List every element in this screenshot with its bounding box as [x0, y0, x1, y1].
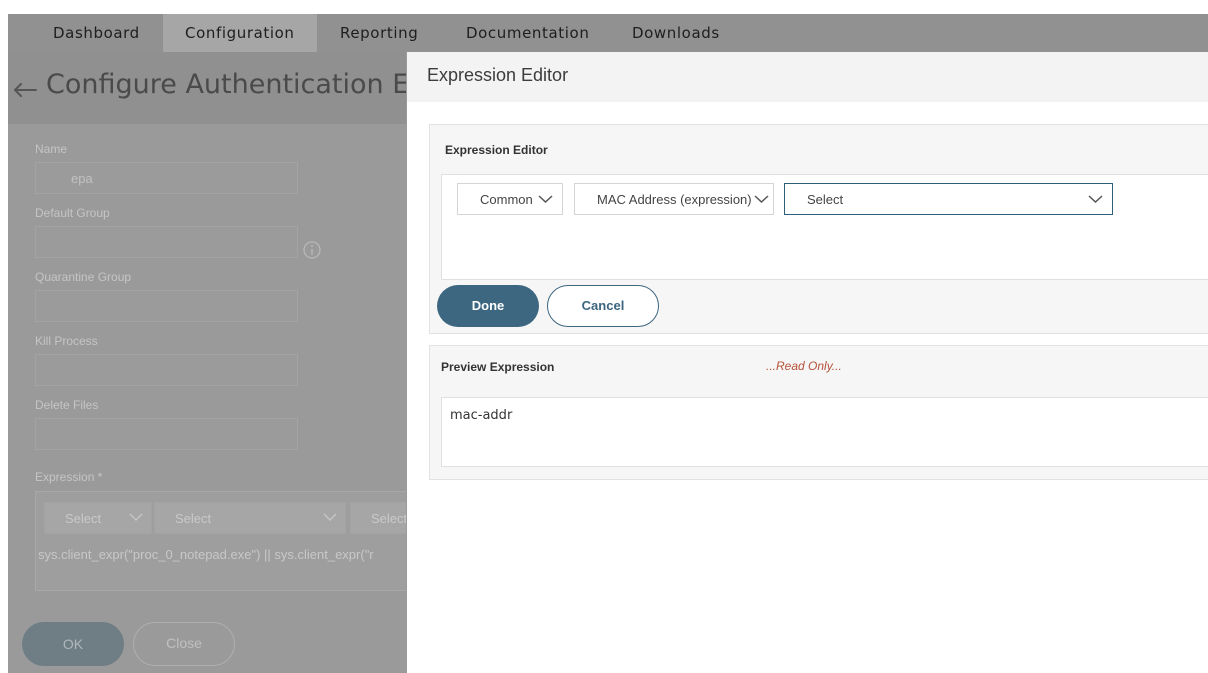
- category-select[interactable]: Common: [457, 183, 563, 215]
- page-title: Configure Authentication EP: [46, 69, 426, 100]
- operator-select-value: Select: [807, 192, 844, 207]
- close-button[interactable]: Close: [133, 622, 235, 666]
- chevron-down-icon: [129, 513, 143, 522]
- expression-label: Expression *: [35, 470, 103, 484]
- ok-button[interactable]: OK: [22, 622, 124, 666]
- expression-text[interactable]: sys.client_expr("proc_0_notepad.exe") ||…: [38, 547, 374, 562]
- done-button[interactable]: Done: [437, 285, 539, 327]
- delete-files-field[interactable]: [35, 418, 298, 450]
- read-only-label: ...Read Only...: [766, 359, 842, 373]
- expression-select-2[interactable]: Select: [154, 502, 346, 534]
- function-select[interactable]: MAC Address (expression): [574, 183, 774, 215]
- operator-select[interactable]: Select: [784, 183, 1113, 215]
- modal-title: Expression Editor: [427, 65, 569, 85]
- name-label: Name: [35, 142, 68, 156]
- modal-header: Expression Editor: [407, 52, 1208, 102]
- expression-select-1[interactable]: Select: [44, 502, 152, 534]
- chevron-down-icon: [323, 513, 337, 522]
- preview-expression-label: Preview Expression: [441, 360, 555, 374]
- category-select-value: Common: [480, 192, 533, 207]
- preview-expression-box: mac-addr: [441, 397, 1208, 467]
- preview-expression-panel: Preview Expression ...Read Only... mac-a…: [429, 345, 1208, 480]
- nav-reporting[interactable]: Reporting: [340, 14, 418, 52]
- back-arrow-icon[interactable]: [12, 79, 40, 99]
- expression-select-1-value: Select: [65, 511, 102, 526]
- delete-files-label: Delete Files: [35, 398, 99, 412]
- chevron-down-icon: [1088, 195, 1103, 204]
- function-select-value: MAC Address (expression): [597, 192, 752, 207]
- nav-configuration[interactable]: Configuration: [163, 14, 317, 52]
- preview-expression-text: mac-addr: [450, 408, 513, 423]
- expression-builder: Select Select Select sys.client_expr("pr…: [35, 491, 430, 591]
- default-group-label: Default Group: [35, 206, 110, 220]
- info-icon[interactable]: [302, 240, 322, 260]
- nav-downloads[interactable]: Downloads: [632, 14, 720, 52]
- chevron-down-icon: [538, 195, 553, 204]
- nav-documentation[interactable]: Documentation: [466, 14, 589, 52]
- expression-editor-selects: Common MAC Address (expression) Select: [441, 174, 1208, 280]
- expression-select-2-value: Select: [175, 511, 212, 526]
- nav-dashboard[interactable]: Dashboard: [38, 14, 160, 52]
- expression-editor-modal: Expression Editor Expression Editor Comm…: [406, 52, 1208, 673]
- quarantine-group-field[interactable]: [35, 290, 298, 322]
- quarantine-group-label: Quarantine Group: [35, 270, 132, 284]
- kill-process-label: Kill Process: [35, 334, 98, 348]
- expression-select-3-value: Select: [371, 511, 408, 526]
- top-navigation: Dashboard Configuration Reporting Docume…: [8, 14, 1208, 52]
- chevron-down-icon: [754, 195, 769, 204]
- cancel-button[interactable]: Cancel: [547, 285, 659, 327]
- name-field[interactable]: epa: [35, 162, 298, 194]
- expression-editor-label: Expression Editor: [445, 143, 548, 157]
- expression-editor-panel: Expression Editor Common MAC Address (ex…: [429, 124, 1208, 334]
- default-group-field[interactable]: [35, 226, 298, 258]
- kill-process-field[interactable]: [35, 354, 298, 386]
